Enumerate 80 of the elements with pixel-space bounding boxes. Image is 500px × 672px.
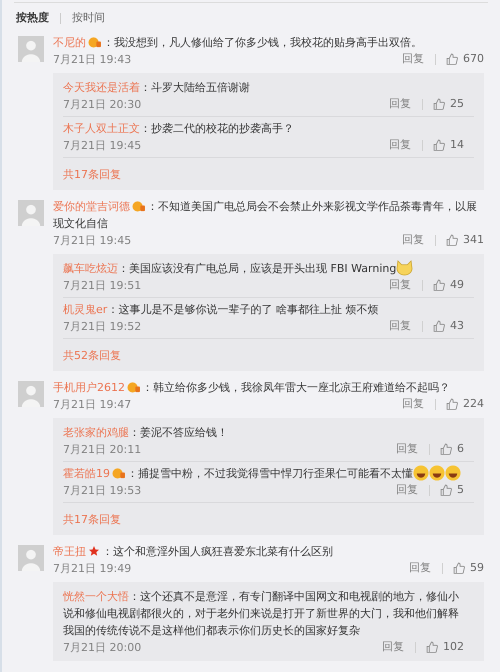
vip-badge-icon xyxy=(112,466,125,478)
reply-link[interactable]: 回复 xyxy=(400,396,426,412)
more-replies-link[interactable]: 共17条回复 xyxy=(63,512,121,528)
username-link[interactable]: 飙车吃炫迈 xyxy=(63,262,118,274)
like-count: 102 xyxy=(443,638,464,655)
like-count: 5 xyxy=(457,482,464,498)
comment-text: 木子人双土正文：抄袭二代的校花的抄袭高手？ xyxy=(63,120,295,136)
like-count: 43 xyxy=(450,318,464,334)
timestamp: 7月21日 19:52 xyxy=(63,318,142,334)
timestamp: 7月21日 19:45 xyxy=(63,138,142,154)
thumbs-up-icon[interactable] xyxy=(432,138,446,152)
comment-text: 爱你的堂吉诃德 ：不知道美国广电总局会不会禁止外来影视文学作品荼毒青年，以展现文化自信 xyxy=(53,198,478,232)
timestamp: 7月21日 19:53 xyxy=(63,482,142,498)
vip-badge-icon xyxy=(132,200,145,212)
sort-tab[interactable]: 按热度 xyxy=(16,10,49,26)
reply-link[interactable]: 回复 xyxy=(380,638,406,656)
username-link[interactable]: 木子人双土正文 xyxy=(63,122,140,134)
username-link[interactable]: 爱你的堂吉诃德 xyxy=(53,200,130,212)
more-replies-link[interactable]: 共52条回复 xyxy=(63,348,121,364)
vip-badge-icon xyxy=(127,380,140,392)
reply-link[interactable]: 回复 xyxy=(394,440,420,458)
comment-text: 老张家的鸡腿：姜泥不答应给钱！ xyxy=(63,424,229,440)
laughing-emoji-icon xyxy=(429,464,445,480)
timestamp: 7月21日 19:43 xyxy=(53,52,132,68)
username-link[interactable]: 恍然一个大悟 xyxy=(63,590,129,602)
reply-link[interactable]: 回复 xyxy=(387,318,413,334)
comment-text: 恍然一个大悟：这个还真不是意淫，有专门翻译中国网文和电视剧的地方，修仙小说和修仙电视剧都很火的，对于老外们来说是打开了新世界的大门，我和他们解释我国的传统传说不是这样他们都表示你们历史长的国家好复杂 xyxy=(63,588,460,638)
timestamp: 7月21日 19:47 xyxy=(53,396,132,412)
reply-link[interactable]: 回复 xyxy=(407,560,433,576)
comment-text: 今天我还是活着：斗罗大陆给五倍谢谢 xyxy=(63,80,251,96)
thumbs-up-icon[interactable] xyxy=(439,484,453,496)
reply-link[interactable]: 回复 xyxy=(400,232,426,248)
like-count: 59 xyxy=(470,560,484,576)
like-count: 224 xyxy=(463,396,484,412)
thumbs-up-icon[interactable] xyxy=(432,98,446,110)
comment-text: 不尼的 ：我没想到，凡人修仙给了你多少钱，我校花的贴身高手出双倍。 xyxy=(53,34,423,50)
timestamp: 7月21日 20:11 xyxy=(63,442,142,458)
comment-text: 飙车吃炫迈：美国应该没有广电总局，应该是开头出现 FBI Warning xyxy=(63,260,464,276)
timestamp: 7月21日 20:00 xyxy=(63,640,142,656)
comment-text: 帝王扭 ：这个和意淫外国人疯狂喜爱东北菜有什么区别 xyxy=(53,544,334,560)
like-count: 341 xyxy=(463,232,484,248)
like-count: 49 xyxy=(450,276,464,293)
thumbs-up-icon[interactable] xyxy=(425,640,439,654)
cat-emoji-icon xyxy=(396,260,414,276)
reply-link[interactable]: 回复 xyxy=(387,136,413,154)
like-count: 670 xyxy=(463,50,484,67)
more-replies-link[interactable]: 共17条回复 xyxy=(63,166,121,183)
reply-link[interactable]: 回复 xyxy=(387,96,413,112)
reply-link[interactable]: 回复 xyxy=(394,482,420,498)
timestamp: 7月21日 20:30 xyxy=(63,96,142,112)
username-link[interactable]: 机灵鬼er xyxy=(63,302,108,316)
username-link[interactable]: 今天我还是活着 xyxy=(63,80,140,94)
thumbs-up-icon[interactable] xyxy=(452,562,466,574)
vip-badge-icon xyxy=(88,36,101,48)
username-link[interactable]: 不尼的 xyxy=(53,36,86,48)
thumbs-up-icon[interactable] xyxy=(445,234,459,246)
username-link[interactable]: 手机用户2612 xyxy=(53,380,125,394)
thumbs-up-icon[interactable] xyxy=(445,52,459,66)
comment-text: 霍若皓19 ：捕捉雪中粉，不过我觉得雪中悍刀行歪果仁可能看不太懂 xyxy=(63,464,464,482)
laughing-emoji-icon xyxy=(413,464,429,480)
timestamp: 7月21日 19:49 xyxy=(53,560,132,576)
reply-link[interactable]: 回复 xyxy=(387,276,413,294)
thumbs-up-icon[interactable] xyxy=(432,320,446,332)
username-link[interactable]: 老张家的鸡腿 xyxy=(63,426,129,438)
username-link[interactable]: 帝王扭 xyxy=(53,544,86,558)
timestamp: 7月21日 19:45 xyxy=(53,232,132,248)
like-count: 14 xyxy=(450,136,464,153)
thumbs-up-icon[interactable] xyxy=(439,442,453,456)
like-count: 6 xyxy=(457,440,464,457)
comment-text: 手机用户2612 ：韩立给你多少钱，我徐凤年雷大一座北凉王府难道给不起吗？ xyxy=(53,380,451,396)
sort-tab[interactable]: 按时间 xyxy=(72,10,105,26)
thumbs-up-icon[interactable] xyxy=(445,398,459,410)
username-link[interactable]: 霍若皓19 xyxy=(63,466,110,480)
comment-text: 机灵鬼er：这事儿是不是够你说一辈子的了 啥事都往上扯 烦不烦 xyxy=(63,302,380,318)
star-badge-icon xyxy=(88,544,100,556)
reply-link[interactable]: 回复 xyxy=(400,50,426,68)
thumbs-up-icon[interactable] xyxy=(432,278,446,292)
laughing-emoji-icon xyxy=(445,464,461,480)
timestamp: 7月21日 19:51 xyxy=(63,278,142,294)
like-count: 25 xyxy=(450,96,464,112)
